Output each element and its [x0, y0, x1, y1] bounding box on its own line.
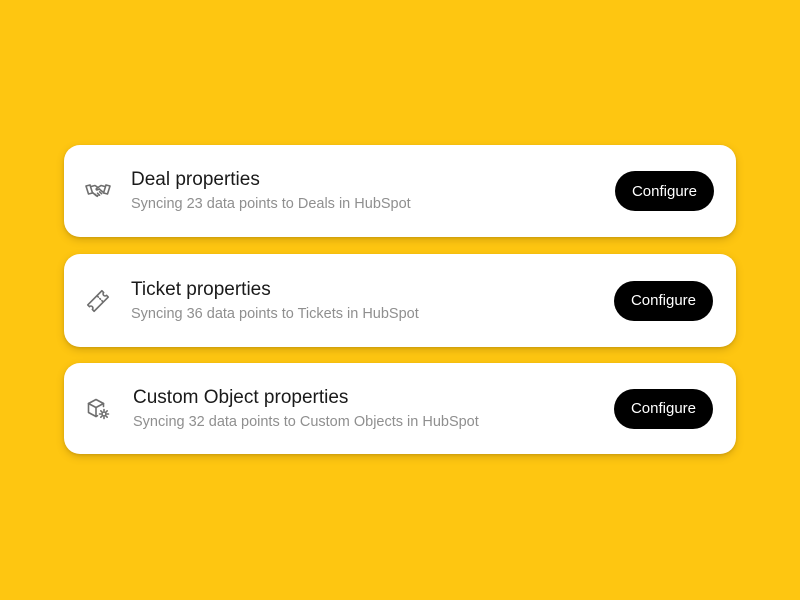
- configure-custom-object-button[interactable]: Configure: [614, 388, 713, 429]
- card-title: Deal properties: [131, 169, 260, 190]
- ticket-icon: [84, 287, 112, 315]
- card-title: Custom Object properties: [133, 386, 349, 408]
- card-text: Deal properties Syncing 23 data points t…: [131, 168, 411, 214]
- cube-settings-icon: [84, 395, 112, 423]
- configure-ticket-button[interactable]: Configure: [614, 280, 713, 321]
- card-subtitle: Syncing 36 data points to Tickets in Hub…: [131, 305, 419, 322]
- card-text: Custom Object properties Syncing 32 data…: [133, 386, 479, 432]
- card-subtitle: Syncing 23 data points to Deals in HubSp…: [131, 196, 411, 212]
- handshake-icon: [84, 177, 112, 205]
- configure-deal-button[interactable]: Configure: [615, 171, 714, 211]
- card-subtitle: Syncing 32 data points to Custom Objects…: [133, 413, 479, 430]
- custom-object-properties-card: Custom Object properties Syncing 32 data…: [64, 363, 736, 454]
- ticket-properties-card: Ticket properties Syncing 36 data points…: [64, 254, 736, 347]
- deal-properties-card: Deal properties Syncing 23 data points t…: [64, 145, 736, 237]
- card-title: Ticket properties: [131, 278, 271, 300]
- card-text: Ticket properties Syncing 36 data points…: [131, 278, 419, 324]
